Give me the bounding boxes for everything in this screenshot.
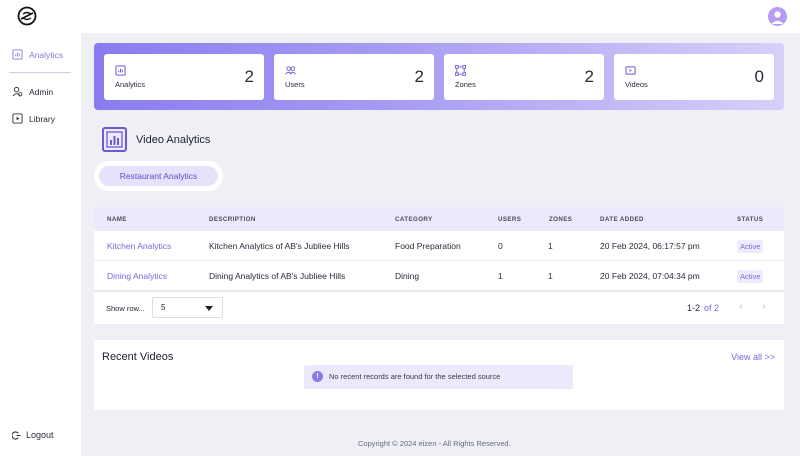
table-row[interactable]: Kitchen Analytics Kitchen Analytics of A… [94, 231, 784, 261]
stat-value: 2 [584, 67, 594, 86]
top-bar [0, 0, 800, 33]
bar-chart-icon [106, 131, 123, 148]
row-zones: 1 [548, 271, 553, 281]
column-header-name[interactable]: NAME [107, 216, 127, 223]
column-header-status[interactable]: STATUS [737, 216, 763, 223]
sidebar-item-admin[interactable]: Admin [12, 86, 53, 97]
logout-icon [12, 430, 21, 440]
show-rows-label: Show row... [106, 304, 145, 313]
stat-card-videos[interactable]: Videos 0 [614, 54, 774, 100]
logout-button[interactable]: Logout [12, 430, 54, 440]
row-name-link[interactable]: Kitchen Analytics [107, 241, 171, 251]
row-category: Food Preparation [395, 241, 461, 251]
row-description: Dining Analytics of AB's Jubliee Hills [209, 271, 346, 281]
admin-icon [12, 86, 23, 97]
row-category: Dining [395, 271, 420, 281]
row-date-added: 20 Feb 2024, 07:04:34 pm [600, 271, 700, 281]
row-users: 0 [498, 241, 503, 251]
stat-card-users[interactable]: Users 2 [274, 54, 434, 100]
empty-state-message: No recent records are found for the sele… [329, 372, 501, 381]
sidebar-item-label: Admin [29, 86, 54, 97]
page-title: Video Analytics [136, 134, 211, 146]
library-icon [12, 113, 23, 124]
status-badge: Active [737, 240, 764, 253]
rows-per-page-select[interactable]: 5 [152, 297, 223, 318]
chevron-right-icon[interactable]: › [762, 301, 766, 313]
stat-card-analytics[interactable]: Analytics 2 [104, 54, 264, 100]
row-users: 1 [498, 271, 503, 281]
column-header-zones[interactable]: ZONES [549, 216, 572, 223]
table-pagination: Show row... 5 1-2 of 2 ‹ › [94, 291, 784, 324]
pagination-total: of 2 [704, 303, 720, 313]
sidebar-divider [9, 72, 71, 73]
sidebar-item-label: Library [29, 113, 55, 124]
column-header-description[interactable]: DESCRIPTION [209, 216, 256, 223]
chevron-left-icon[interactable]: ‹ [739, 301, 743, 313]
stat-label: Analytics [115, 80, 146, 89]
user-avatar-icon [771, 11, 784, 24]
stat-label: Users [285, 80, 305, 89]
sidebar-item-label: Analytics [29, 49, 64, 60]
zones-icon [455, 65, 466, 76]
sidebar: Analytics Admin Library [0, 33, 81, 456]
sidebar-item-library[interactable]: Library [12, 113, 55, 124]
chart-icon [12, 49, 23, 60]
tab-restaurant-analytics[interactable]: Restaurant Analytics [99, 166, 218, 186]
stat-label: Videos [625, 80, 648, 89]
row-date-added: 20 Feb 2024, 06:17:57 pm [600, 241, 700, 251]
rows-per-page-value: 5 [161, 303, 166, 312]
tab-bar: Restaurant Analytics [94, 161, 223, 191]
stat-value: 2 [244, 67, 254, 86]
caret-down-icon [205, 306, 213, 311]
recent-videos-title: Recent Videos [102, 351, 174, 363]
column-header-date-added[interactable]: DATE ADDED [600, 216, 644, 223]
analytics-table: NAME DESCRIPTION CATEGORY USERS ZONES DA… [94, 207, 784, 324]
stat-value: 2 [414, 67, 424, 86]
row-name-link[interactable]: Dining Analytics [107, 271, 167, 281]
status-badge: Active [737, 270, 764, 283]
row-description: Kitchen Analytics of AB's Jubliee Hills [209, 241, 350, 251]
sidebar-item-analytics[interactable]: Analytics [12, 49, 63, 60]
video-icon [625, 66, 636, 75]
recent-videos-card: Recent Videos View all >> ! No recent re… [94, 340, 784, 410]
column-header-category[interactable]: CATEGORY [395, 216, 433, 223]
avatar[interactable] [768, 7, 787, 26]
stat-card-zones[interactable]: Zones 2 [444, 54, 604, 100]
footer-copyright: Copyright © 2024 eizen - All Rights Rese… [358, 439, 511, 448]
chart-icon [115, 65, 126, 76]
pagination-range: 1-2 [687, 303, 701, 313]
view-all-link[interactable]: View all >> [731, 352, 775, 362]
stats-banner: Analytics 2 Users 2 Zones 2 Videos 0 [94, 43, 784, 110]
info-icon: ! [312, 371, 323, 382]
users-icon [285, 66, 296, 75]
column-header-users[interactable]: USERS [498, 216, 521, 223]
logo-icon[interactable] [17, 6, 37, 26]
stat-value: 0 [754, 67, 764, 86]
row-zones: 1 [548, 241, 553, 251]
logout-label: Logout [26, 430, 54, 440]
empty-state-alert: ! No recent records are found for the se… [304, 365, 573, 389]
table-row[interactable]: Dining Analytics Dining Analytics of AB'… [94, 261, 784, 291]
table-header: NAME DESCRIPTION CATEGORY USERS ZONES DA… [94, 207, 784, 231]
video-analytics-icon [102, 127, 127, 152]
stat-label: Zones [455, 80, 476, 89]
